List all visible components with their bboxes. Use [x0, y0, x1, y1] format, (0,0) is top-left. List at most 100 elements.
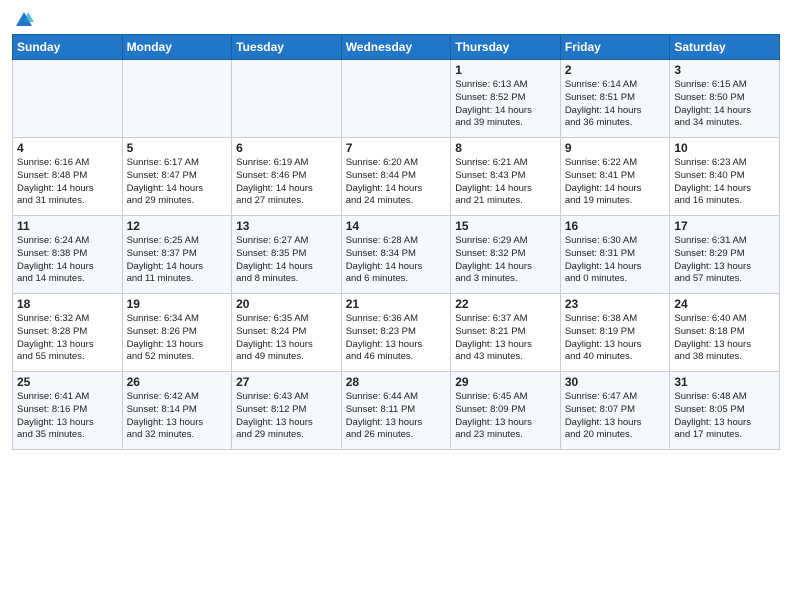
calendar-cell: 27 Sunrise: 6:43 AM Sunset: 8:12 PM Dayli… — [232, 372, 342, 450]
calendar-table: SundayMondayTuesdayWednesdayThursdayFrid… — [12, 34, 780, 450]
calendar-cell: 20Sunrise: 6:35 AM Sunset: 8:24 PM Dayli… — [232, 294, 342, 372]
day-number: 7 — [346, 141, 447, 155]
day-header-wednesday: Wednesday — [341, 35, 451, 60]
day-info: Sunrise: 6:38 AM Sunset: 8:19 PM Dayligh… — [565, 313, 666, 364]
day-info: Sunrise: 6:31 AM Sunset: 8:29 PM Dayligh… — [674, 235, 775, 286]
day-info: Sunrise: 6:41 AM Sunset: 8:16 PM Dayligh… — [17, 391, 118, 442]
calendar-cell: 11 Sunrise: 6:24 AM Sunset: 8:38 PM Dayli… — [13, 216, 123, 294]
calendar-cell: 23 Sunrise: 6:38 AM Sunset: 8:19 PM Dayli… — [560, 294, 670, 372]
day-number: 4 — [17, 141, 118, 155]
calendar-week-row: 1 Sunrise: 6:13 AM Sunset: 8:52 PM Daylig… — [13, 60, 780, 138]
calendar-cell: 21Sunrise: 6:36 AM Sunset: 8:23 PM Dayli… — [341, 294, 451, 372]
calendar-cell: 16 Sunrise: 6:30 AM Sunset: 8:31 PM Dayli… — [560, 216, 670, 294]
day-number: 30 — [565, 375, 666, 389]
day-number: 12 — [127, 219, 228, 233]
day-number: 23 — [565, 297, 666, 311]
calendar-cell: 9 Sunrise: 6:22 AM Sunset: 8:41 PM Daylig… — [560, 138, 670, 216]
day-info: Sunrise: 6:47 AM Sunset: 8:07 PM Dayligh… — [565, 391, 666, 442]
day-header-thursday: Thursday — [451, 35, 561, 60]
calendar-cell: 28Sunrise: 6:44 AM Sunset: 8:11 PM Dayli… — [341, 372, 451, 450]
day-number: 13 — [236, 219, 337, 233]
calendar-cell: 14 Sunrise: 6:28 AM Sunset: 8:34 PM Dayli… — [341, 216, 451, 294]
calendar-cell — [13, 60, 123, 138]
calendar-cell: 25 Sunrise: 6:41 AM Sunset: 8:16 PM Dayli… — [13, 372, 123, 450]
day-info: Sunrise: 6:36 AM Sunset: 8:23 PM Dayligh… — [346, 313, 447, 364]
day-header-friday: Friday — [560, 35, 670, 60]
day-number: 14 — [346, 219, 447, 233]
day-number: 31 — [674, 375, 775, 389]
day-number: 16 — [565, 219, 666, 233]
day-number: 17 — [674, 219, 775, 233]
calendar-cell: 1 Sunrise: 6:13 AM Sunset: 8:52 PM Daylig… — [451, 60, 561, 138]
calendar-cell: 19Sunrise: 6:34 AM Sunset: 8:26 PM Dayli… — [122, 294, 232, 372]
day-info: Sunrise: 6:43 AM Sunset: 8:12 PM Dayligh… — [236, 391, 337, 442]
day-info: Sunrise: 6:42 AM Sunset: 8:14 PM Dayligh… — [127, 391, 228, 442]
day-number: 9 — [565, 141, 666, 155]
calendar-cell: 7 Sunrise: 6:20 AM Sunset: 8:44 PM Daylig… — [341, 138, 451, 216]
calendar-cell: 30 Sunrise: 6:47 AM Sunset: 8:07 PM Dayli… — [560, 372, 670, 450]
calendar-cell: 12 Sunrise: 6:25 AM Sunset: 8:37 PM Dayli… — [122, 216, 232, 294]
calendar-cell: 2 Sunrise: 6:14 AM Sunset: 8:51 PM Daylig… — [560, 60, 670, 138]
day-number: 10 — [674, 141, 775, 155]
calendar-cell — [232, 60, 342, 138]
day-number: 25 — [17, 375, 118, 389]
day-number: 11 — [17, 219, 118, 233]
day-info: Sunrise: 6:19 AM Sunset: 8:46 PM Dayligh… — [236, 157, 337, 208]
day-number: 24 — [674, 297, 775, 311]
day-info: Sunrise: 6:16 AM Sunset: 8:48 PM Dayligh… — [17, 157, 118, 208]
day-header-saturday: Saturday — [670, 35, 780, 60]
day-number: 5 — [127, 141, 228, 155]
day-info: Sunrise: 6:27 AM Sunset: 8:35 PM Dayligh… — [236, 235, 337, 286]
day-number: 6 — [236, 141, 337, 155]
calendar-cell: 17 Sunrise: 6:31 AM Sunset: 8:29 PM Dayli… — [670, 216, 780, 294]
header — [12, 10, 780, 26]
day-header-tuesday: Tuesday — [232, 35, 342, 60]
day-info: Sunrise: 6:29 AM Sunset: 8:32 PM Dayligh… — [455, 235, 556, 286]
day-number: 2 — [565, 63, 666, 77]
calendar-cell: 29Sunrise: 6:45 AM Sunset: 8:09 PM Dayli… — [451, 372, 561, 450]
day-info: Sunrise: 6:14 AM Sunset: 8:51 PM Dayligh… — [565, 79, 666, 130]
day-info: Sunrise: 6:28 AM Sunset: 8:34 PM Dayligh… — [346, 235, 447, 286]
day-info: Sunrise: 6:40 AM Sunset: 8:18 PM Dayligh… — [674, 313, 775, 364]
calendar-cell: 13 Sunrise: 6:27 AM Sunset: 8:35 PM Dayli… — [232, 216, 342, 294]
calendar-cell: 5Sunrise: 6:17 AM Sunset: 8:47 PM Daylig… — [122, 138, 232, 216]
day-number: 15 — [455, 219, 556, 233]
day-info: Sunrise: 6:30 AM Sunset: 8:31 PM Dayligh… — [565, 235, 666, 286]
day-number: 3 — [674, 63, 775, 77]
day-number: 26 — [127, 375, 228, 389]
day-number: 22 — [455, 297, 556, 311]
calendar-cell: 26 Sunrise: 6:42 AM Sunset: 8:14 PM Dayli… — [122, 372, 232, 450]
day-info: Sunrise: 6:13 AM Sunset: 8:52 PM Dayligh… — [455, 79, 556, 130]
calendar-cell: 6 Sunrise: 6:19 AM Sunset: 8:46 PM Daylig… — [232, 138, 342, 216]
calendar-cell: 4 Sunrise: 6:16 AM Sunset: 8:48 PM Daylig… — [13, 138, 123, 216]
calendar-header-row: SundayMondayTuesdayWednesdayThursdayFrid… — [13, 35, 780, 60]
day-number: 27 — [236, 375, 337, 389]
day-number: 1 — [455, 63, 556, 77]
day-number: 8 — [455, 141, 556, 155]
calendar-week-row: 18Sunrise: 6:32 AM Sunset: 8:28 PM Dayli… — [13, 294, 780, 372]
calendar-week-row: 11 Sunrise: 6:24 AM Sunset: 8:38 PM Dayli… — [13, 216, 780, 294]
logo — [12, 10, 34, 26]
day-info: Sunrise: 6:44 AM Sunset: 8:11 PM Dayligh… — [346, 391, 447, 442]
day-info: Sunrise: 6:25 AM Sunset: 8:37 PM Dayligh… — [127, 235, 228, 286]
day-info: Sunrise: 6:37 AM Sunset: 8:21 PM Dayligh… — [455, 313, 556, 364]
day-info: Sunrise: 6:21 AM Sunset: 8:43 PM Dayligh… — [455, 157, 556, 208]
calendar-cell: 31 Sunrise: 6:48 AM Sunset: 8:05 PM Dayli… — [670, 372, 780, 450]
day-info: Sunrise: 6:22 AM Sunset: 8:41 PM Dayligh… — [565, 157, 666, 208]
logo-icon — [14, 10, 34, 30]
calendar-week-row: 4 Sunrise: 6:16 AM Sunset: 8:48 PM Daylig… — [13, 138, 780, 216]
calendar-cell: 22 Sunrise: 6:37 AM Sunset: 8:21 PM Dayli… — [451, 294, 561, 372]
calendar-cell: 10 Sunrise: 6:23 AM Sunset: 8:40 PM Dayli… — [670, 138, 780, 216]
calendar-cell: 8 Sunrise: 6:21 AM Sunset: 8:43 PM Daylig… — [451, 138, 561, 216]
day-header-monday: Monday — [122, 35, 232, 60]
calendar-cell — [122, 60, 232, 138]
day-info: Sunrise: 6:23 AM Sunset: 8:40 PM Dayligh… — [674, 157, 775, 208]
day-info: Sunrise: 6:20 AM Sunset: 8:44 PM Dayligh… — [346, 157, 447, 208]
day-info: Sunrise: 6:15 AM Sunset: 8:50 PM Dayligh… — [674, 79, 775, 130]
day-info: Sunrise: 6:24 AM Sunset: 8:38 PM Dayligh… — [17, 235, 118, 286]
day-header-sunday: Sunday — [13, 35, 123, 60]
day-info: Sunrise: 6:32 AM Sunset: 8:28 PM Dayligh… — [17, 313, 118, 364]
day-number: 29 — [455, 375, 556, 389]
calendar-week-row: 25 Sunrise: 6:41 AM Sunset: 8:16 PM Dayli… — [13, 372, 780, 450]
day-info: Sunrise: 6:48 AM Sunset: 8:05 PM Dayligh… — [674, 391, 775, 442]
